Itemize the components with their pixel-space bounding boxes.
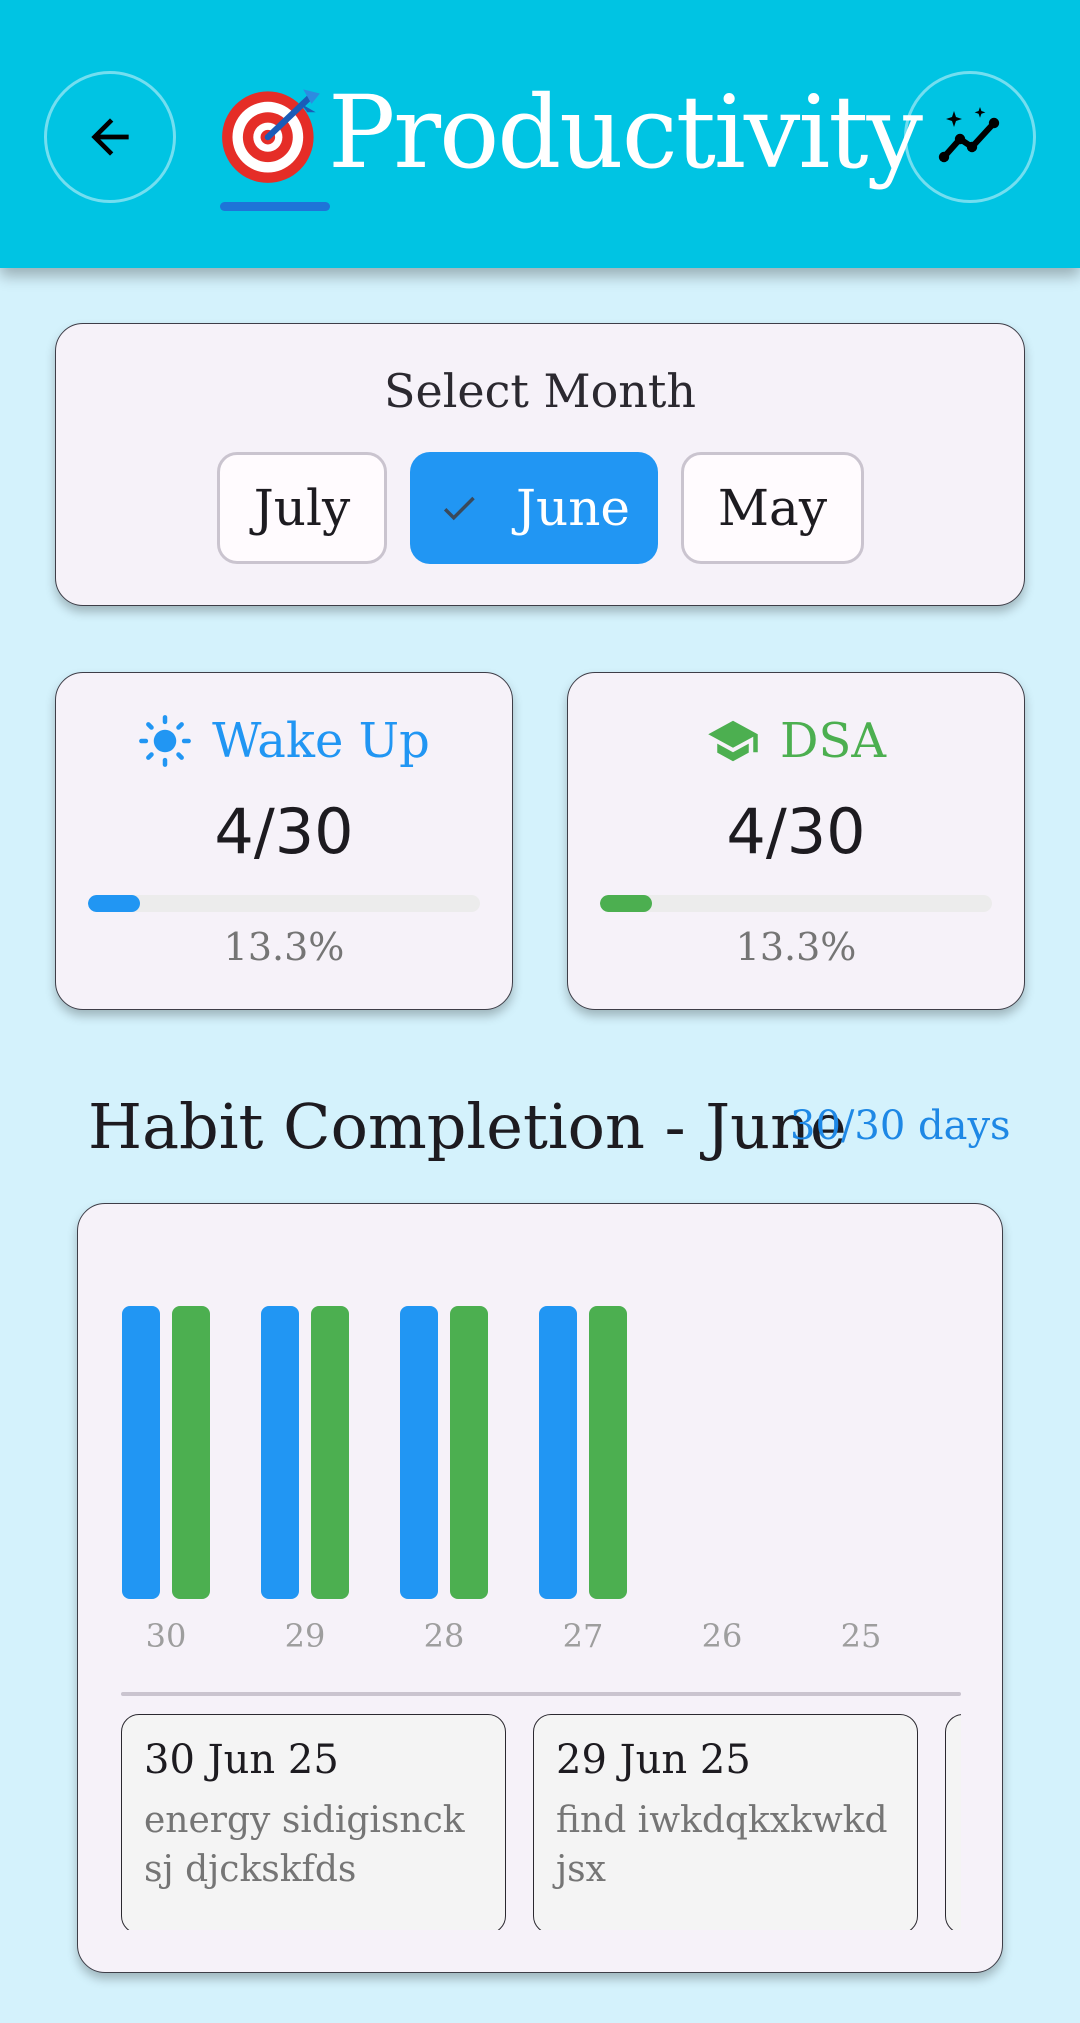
sparkle-trend-icon: [938, 107, 1000, 163]
stat-percent: 13.3%: [735, 925, 857, 969]
month-chip-july[interactable]: July: [217, 452, 387, 564]
chart-x-tick-label: 30: [146, 1617, 187, 1655]
days-count: 30/30 days: [790, 1103, 1011, 1149]
note-card-partial[interactable]: [945, 1714, 961, 1930]
sun-icon: [139, 715, 192, 767]
chart-bar[interactable]: [589, 1306, 627, 1599]
progress-track: [600, 895, 992, 912]
month-selector-card: Select Month July June May: [55, 323, 1025, 606]
chart-bar[interactable]: [450, 1306, 488, 1599]
chart-x-tick-label: 29: [285, 1617, 326, 1655]
stat-percent: 13.3%: [223, 925, 345, 969]
insights-button[interactable]: [904, 71, 1036, 203]
note-text: find iwkdqkxkwkdjsx: [556, 1800, 888, 1890]
stat-value: 4/30: [726, 795, 866, 868]
stat-header: Wake Up: [56, 713, 512, 769]
month-chip-label: May: [717, 479, 828, 537]
chart-bar[interactable]: [539, 1306, 577, 1599]
graduation-cap-icon: [708, 720, 758, 762]
habit-completion-title: Habit Completion - June: [88, 1090, 847, 1163]
stat-header: DSA: [568, 713, 1024, 769]
chart-bar[interactable]: [311, 1306, 349, 1599]
chart-bar[interactable]: [122, 1306, 160, 1599]
chart-bar[interactable]: [261, 1306, 299, 1599]
wake-up-stat-card[interactable]: Wake Up 4/30 13.3%: [55, 672, 513, 1010]
notes-scroll-row[interactable]: 30 Jun 25 energy sidigisncksj djckskfds …: [121, 1710, 961, 1930]
note-date: 29 Jun 25: [556, 1737, 751, 1783]
chart-x-tick-label: 26: [702, 1617, 743, 1655]
app-bar: Productivity: [0, 0, 1080, 268]
chart-bar[interactable]: [172, 1306, 210, 1599]
stat-value: 4/30: [214, 795, 354, 868]
progress-fill: [600, 895, 653, 912]
month-chip-label: July: [253, 479, 351, 537]
month-selector-title: Select Month: [383, 364, 697, 418]
page-title: Productivity: [220, 68, 923, 198]
back-button[interactable]: [44, 71, 176, 203]
stat-label: DSA: [779, 713, 887, 769]
stat-label: Wake Up: [212, 713, 430, 769]
chart-x-tick-label: 28: [424, 1617, 465, 1655]
progress-track: [88, 895, 480, 912]
chart-x-tick-label: 25: [841, 1617, 882, 1655]
dsa-stat-card[interactable]: DSA 4/30 13.3%: [567, 672, 1025, 1010]
title-text: Productivity: [328, 74, 923, 191]
arrow-back-icon: [91, 118, 129, 156]
note-card[interactable]: 30 Jun 25 energy sidigisncksj djckskfds: [121, 1714, 506, 1930]
check-icon: [443, 496, 475, 521]
chart-divider: [121, 1692, 961, 1696]
progress-fill: [88, 895, 141, 912]
target-dart-icon: [222, 89, 320, 183]
note-text: energy sidigisncksj djckskfds: [144, 1800, 465, 1890]
chart-x-tick-label: 27: [563, 1617, 604, 1655]
note-date: 30 Jun 25: [144, 1737, 339, 1783]
chart-bar[interactable]: [400, 1306, 438, 1599]
habit-chart-card: 30 29 28 27 26 25 30 Jun 25 energy sidigisnck…: [77, 1203, 1003, 1973]
note-card[interactable]: 29 Jun 25 find iwkdqkxkwkdjsx: [533, 1714, 918, 1930]
month-chip-june[interactable]: June: [410, 452, 658, 564]
month-chip-may[interactable]: May: [681, 452, 864, 564]
habit-bar-chart[interactable]: 30 29 28 27 26 25: [78, 1204, 1004, 1684]
title-underline: [220, 202, 330, 211]
month-chip-label: June: [515, 479, 631, 537]
